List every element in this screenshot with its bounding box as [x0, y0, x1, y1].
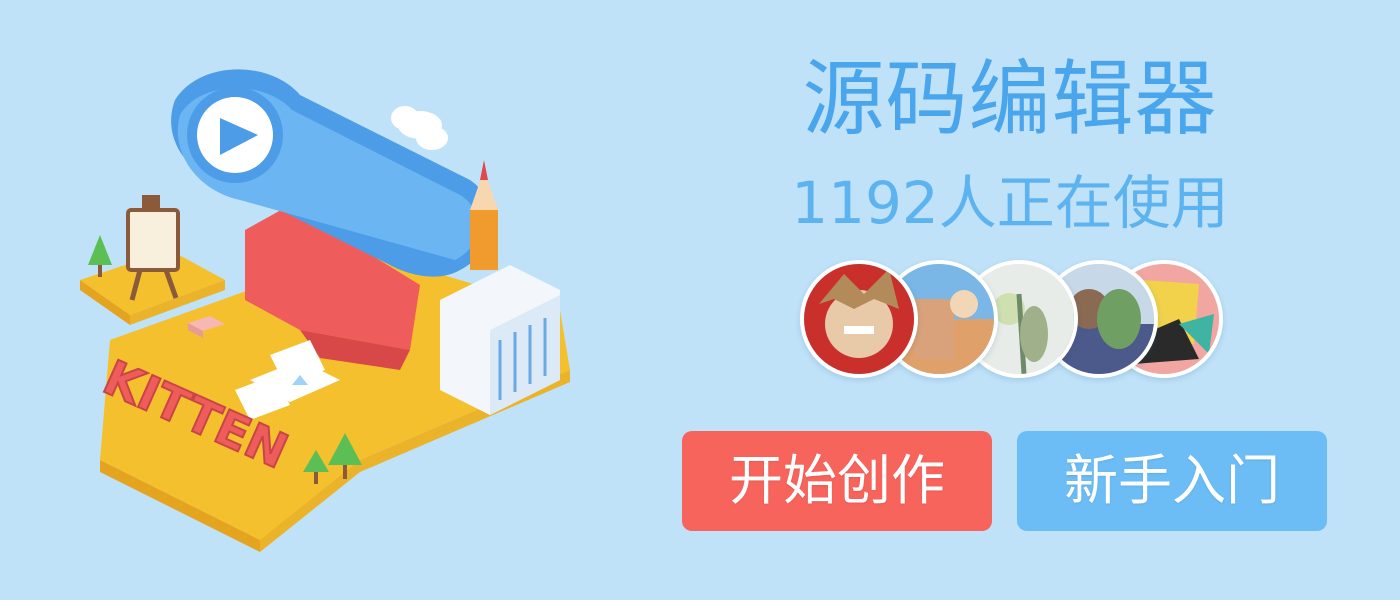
page-title: 源码编辑器 — [802, 52, 1218, 147]
hero-illustration: KITTEN — [60, 40, 600, 560]
user-avatar-list — [800, 260, 1223, 380]
beginner-guide-button[interactable]: 新手入门 — [1017, 431, 1327, 531]
start-creating-button[interactable]: 开始创作 — [682, 431, 992, 531]
user-avatar-1[interactable] — [800, 260, 918, 378]
kitten-isometric-illustration: KITTEN — [80, 69, 570, 552]
promo-panel: 源码编辑器 1192人正在使用 开始创作 新手入门 — [660, 40, 1360, 560]
anime-character-avatar-icon — [804, 264, 914, 374]
active-users-count: 1192人正在使用 — [791, 169, 1229, 237]
